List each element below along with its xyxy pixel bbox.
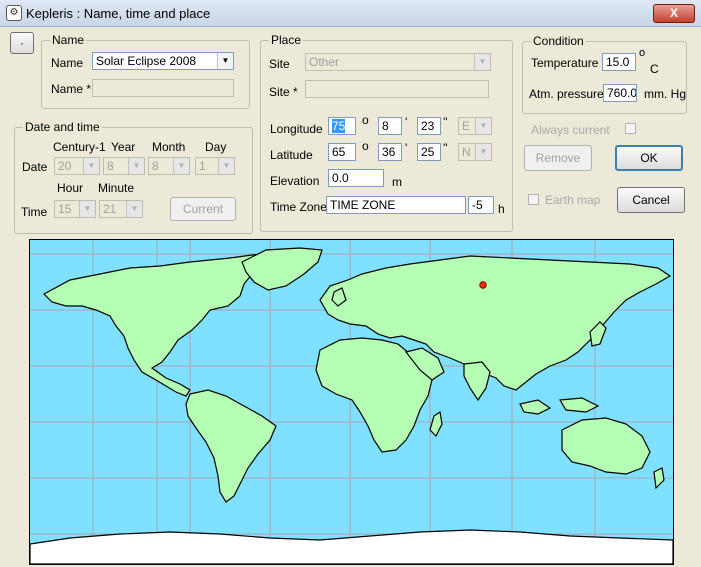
latitude-direction-value: N [462,145,471,159]
dialog-body: · Name Name Solar Eclipse 2008 ▼ Name * … [0,27,701,567]
remove-button[interactable]: Remove [524,145,592,171]
century-value: 20 [58,159,72,173]
chevron-down-icon[interactable]: ▼ [173,158,189,174]
condition-group: Condition [522,34,687,114]
hour-value: 15 [58,202,72,216]
latitude-second-symbol: '' [443,141,448,155]
app-icon: ⚙ [6,5,22,21]
longitude-second-symbol: '' [443,115,448,129]
site2-input[interactable] [305,80,489,98]
condition-group-legend: Condition [531,34,586,48]
longitude-degrees-input[interactable]: 75 [328,117,356,135]
date-group-legend: Date and time [23,120,102,134]
current-button[interactable]: Current [170,197,236,221]
name-combo-value: Solar Eclipse 2008 [96,54,197,68]
latitude-direction-combo[interactable]: N ▼ [458,143,492,161]
latitude-degrees-input[interactable]: 65 [328,143,356,161]
app-window: ⚙ Kepleris : Name, time and place X · Na… [0,0,701,567]
earth-map-checkbox[interactable] [528,194,539,205]
earth-map-label: Earth map [545,193,601,207]
longitude-direction-value: E [462,119,471,133]
latitude-seconds-input[interactable]: 25 [417,143,441,161]
title-bar[interactable]: ⚙ Kepleris : Name, time and place X [0,0,701,27]
month-combo[interactable]: 8 ▼ [148,157,190,175]
timezone-unit: h [498,202,505,216]
name2-input[interactable] [92,79,234,97]
chevron-down-icon[interactable]: ▼ [474,54,490,70]
latitude-degree-symbol: o [362,139,369,153]
chevron-down-icon[interactable]: ▼ [475,118,491,134]
day-label: Day [205,140,227,154]
day-value: 1 [199,159,206,173]
longitude-seconds-input[interactable]: 23 [417,117,441,135]
name-group-legend: Name [50,33,87,47]
site2-label: Site * [269,85,298,99]
temperature-unit: C [650,62,659,76]
temperature-input[interactable]: 15.0 [602,53,636,71]
temperature-degree-symbol: o [639,47,646,59]
cancel-button[interactable]: Cancel [617,187,685,213]
longitude-label: Longitude [270,122,323,136]
close-button[interactable]: X [653,4,695,23]
chevron-down-icon[interactable]: ▼ [218,158,234,174]
date-label: Date [22,160,48,174]
world-map[interactable] [29,239,674,565]
elevation-input[interactable]: 0.0 [328,169,384,187]
name-label: Name [51,56,84,70]
timezone-offset-input[interactable]: -5 [468,196,494,214]
latitude-minute-symbol: ' [405,141,408,155]
name2-label: Name * [51,82,92,96]
chevron-down-icon[interactable]: ▼ [83,158,99,174]
latitude-label: Latitude [270,148,313,162]
chevron-down-icon[interactable]: ▼ [79,201,95,217]
minute-value: 21 [103,202,117,216]
century-label: Century-1 [53,140,106,154]
longitude-direction-combo[interactable]: E ▼ [458,117,492,135]
tiny-button[interactable]: · [10,32,34,54]
time-label: Time [21,205,48,219]
name-group: Name [41,33,250,109]
minute-label: Minute [98,181,135,195]
longitude-minute-symbol: ' [405,115,408,129]
world-map-svg [30,240,673,564]
place-group-legend: Place [269,33,304,47]
year-value: 8 [107,159,114,173]
day-combo[interactable]: 1 ▼ [195,157,235,175]
chevron-down-icon[interactable]: ▼ [475,144,491,160]
hour-label: Hour [57,181,84,195]
longitude-minutes-input[interactable]: 8 [378,117,402,135]
chevron-down-icon[interactable]: ▼ [217,53,233,69]
pressure-input[interactable]: 760.0 [603,84,637,102]
elevation-label: Elevation [270,174,320,188]
pressure-unit: mm. Hg [644,87,686,101]
year-combo[interactable]: 8 ▼ [103,157,145,175]
latitude-minutes-input[interactable]: 36 [378,143,402,161]
temperature-label: Temperature [531,56,599,70]
chevron-down-icon[interactable]: ▼ [126,201,142,217]
always-current-checkbox[interactable] [625,123,636,134]
site-combo[interactable]: Other ▼ [305,53,491,71]
timezone-input[interactable]: TIME ZONE [326,196,466,214]
longitude-degree-symbol: o [362,113,369,127]
month-value: 8 [152,159,159,173]
window-title: Kepleris : Name, time and place [26,6,211,21]
pressure-label: Atm. pressure [529,87,604,101]
century-combo[interactable]: 20 ▼ [54,157,100,175]
site-label: Site [269,57,290,71]
year-label: Year [111,140,136,154]
continents [30,247,673,564]
chevron-down-icon[interactable]: ▼ [128,158,144,174]
location-marker [479,281,487,289]
ok-button[interactable]: OK [615,145,683,171]
month-label: Month [152,140,186,154]
longitude-degrees-value: 75 [332,119,346,133]
always-current-label: Always current [531,123,610,137]
elevation-unit: m [392,175,402,189]
timezone-label: Time Zone [270,200,327,214]
name-combo[interactable]: Solar Eclipse 2008 ▼ [92,52,234,70]
minute-combo[interactable]: 21 ▼ [99,200,143,218]
hour-combo[interactable]: 15 ▼ [54,200,96,218]
site-value: Other [309,55,340,69]
